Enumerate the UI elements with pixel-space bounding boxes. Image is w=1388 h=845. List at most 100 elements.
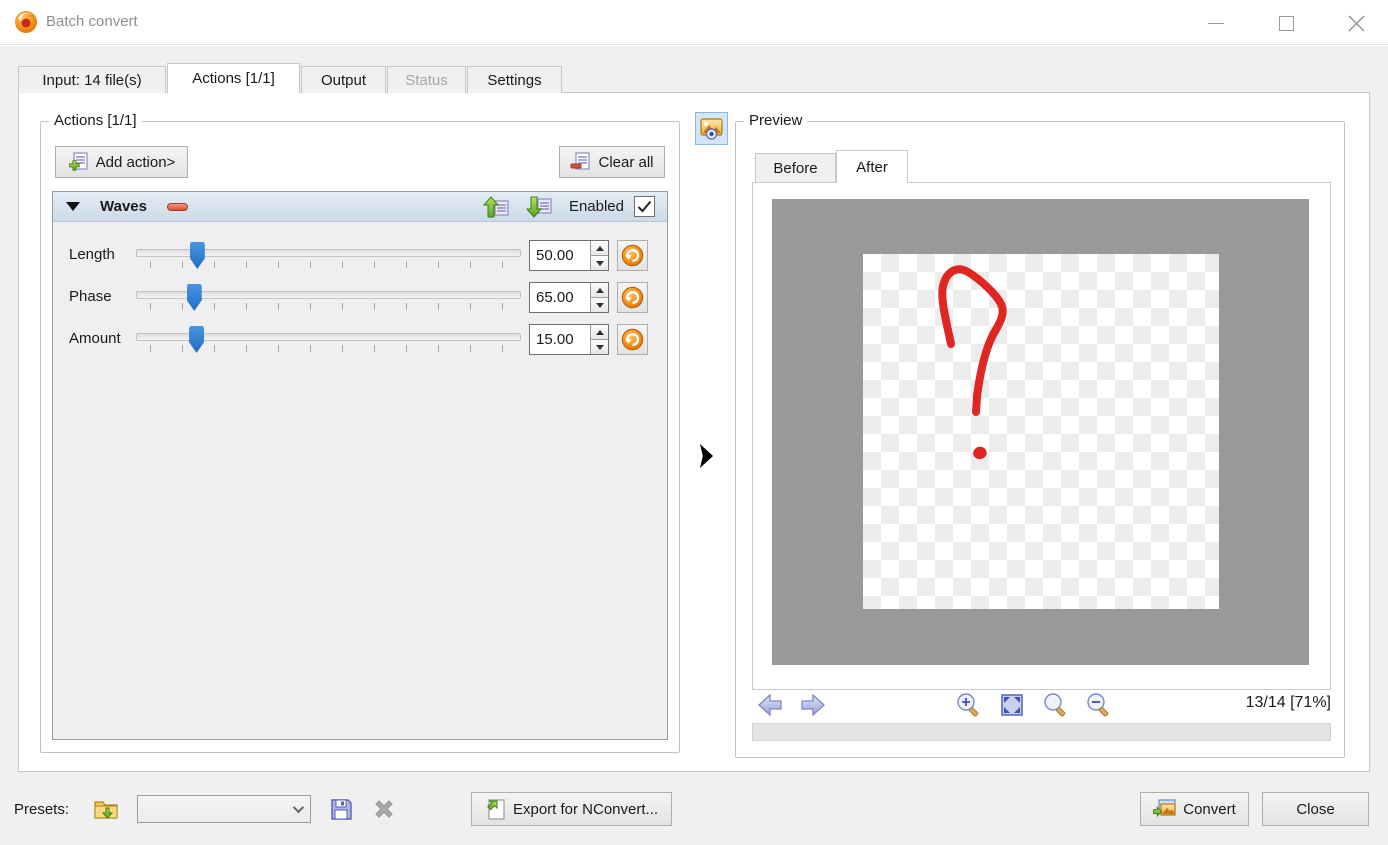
spin-up-icon bbox=[595, 287, 604, 293]
check-icon bbox=[637, 200, 652, 213]
close-dialog-button[interactable]: Close bbox=[1262, 792, 1369, 826]
spin-down-button[interactable] bbox=[591, 340, 608, 354]
amount-slider[interactable] bbox=[136, 324, 521, 356]
spin-down-icon bbox=[595, 260, 604, 266]
collapse-caret-icon[interactable] bbox=[66, 202, 80, 211]
tab-output[interactable]: Output bbox=[301, 66, 386, 93]
batch-convert-window: Batch convert Input: 14 file(s) Actions … bbox=[0, 0, 1388, 845]
tab-actions[interactable]: Actions [1/1] bbox=[167, 63, 300, 93]
delete-preset-button[interactable] bbox=[370, 795, 398, 823]
length-slider[interactable] bbox=[136, 240, 521, 272]
add-action-button[interactable]: Add action> bbox=[55, 146, 188, 178]
enabled-label: Enabled bbox=[568, 198, 624, 215]
zoom-in-button[interactable] bbox=[956, 692, 982, 718]
presets-folder-icon bbox=[94, 801, 118, 819]
load-preset-button[interactable] bbox=[91, 795, 121, 823]
param-label: Phase bbox=[69, 288, 112, 305]
spin-down-icon bbox=[595, 344, 604, 350]
convert-icon bbox=[1153, 799, 1176, 818]
length-spinbox[interactable]: 50.00 bbox=[529, 240, 609, 271]
param-row-length: Length 50.00 bbox=[53, 240, 667, 272]
phase-slider[interactable] bbox=[136, 282, 521, 314]
close-button[interactable] bbox=[1336, 12, 1376, 34]
preview-group-title: Preview bbox=[744, 112, 808, 129]
delete-x-icon bbox=[375, 800, 393, 818]
preview-toggle-icon bbox=[700, 118, 723, 140]
spin-up-button[interactable] bbox=[591, 241, 608, 256]
reset-icon bbox=[621, 244, 644, 267]
preview-scrollbar[interactable] bbox=[752, 723, 1331, 741]
preview-toggle-button[interactable] bbox=[695, 112, 728, 145]
spin-down-icon bbox=[595, 302, 604, 308]
reset-icon bbox=[621, 328, 644, 351]
phase-spinbox[interactable]: 65.00 bbox=[529, 282, 609, 313]
convert-button[interactable]: Convert bbox=[1140, 792, 1249, 826]
previous-image-button[interactable] bbox=[757, 692, 783, 718]
maximize-button[interactable] bbox=[1266, 12, 1306, 34]
preview-status: 13/14 [71%] bbox=[1245, 694, 1331, 711]
reset-icon bbox=[621, 286, 644, 309]
spin-up-button[interactable] bbox=[591, 283, 608, 298]
fit-to-window-button[interactable] bbox=[999, 692, 1025, 718]
slider-ticks bbox=[150, 345, 517, 352]
zoom-out-button[interactable] bbox=[1086, 692, 1112, 718]
preview-image-view[interactable] bbox=[772, 199, 1309, 665]
save-icon bbox=[331, 799, 352, 820]
spin-up-icon bbox=[595, 329, 604, 335]
tab-input[interactable]: Input: 14 file(s) bbox=[18, 66, 166, 93]
remove-action-icon[interactable] bbox=[166, 202, 188, 211]
param-row-phase: Phase 65.00 bbox=[53, 282, 667, 314]
close-icon bbox=[1348, 15, 1364, 31]
param-label: Amount bbox=[69, 330, 121, 347]
param-label: Length bbox=[69, 246, 115, 263]
spin-up-icon bbox=[595, 245, 604, 251]
preview-image-panel bbox=[752, 182, 1331, 690]
spin-down-button[interactable] bbox=[591, 256, 608, 270]
tab-settings[interactable]: Settings bbox=[467, 66, 562, 93]
slider-ticks bbox=[150, 303, 517, 310]
add-action-label: Add action> bbox=[95, 153, 176, 171]
tab-status: Status bbox=[387, 66, 466, 93]
phase-reset-button[interactable] bbox=[617, 282, 648, 313]
next-image-button[interactable] bbox=[800, 692, 826, 718]
close-label: Close bbox=[1296, 800, 1335, 818]
tab-before[interactable]: Before bbox=[755, 153, 836, 183]
length-reset-button[interactable] bbox=[617, 240, 648, 271]
clear-all-button[interactable]: Clear all bbox=[559, 146, 665, 178]
spin-value[interactable]: 15.00 bbox=[530, 325, 590, 354]
export-nconvert-button[interactable]: Export for NConvert... bbox=[471, 792, 672, 826]
title-bar: Batch convert bbox=[0, 0, 1388, 45]
zoom-original-button[interactable] bbox=[1043, 692, 1069, 718]
preview-image bbox=[863, 254, 1219, 609]
action-item-waves: Waves Enabled Length 50.00 Phase 65.00 A… bbox=[52, 191, 668, 740]
move-up-icon[interactable] bbox=[482, 195, 509, 219]
amount-reset-button[interactable] bbox=[617, 324, 648, 355]
chevron-down-icon bbox=[292, 801, 305, 814]
action-header[interactable]: Waves Enabled bbox=[53, 192, 667, 222]
spin-down-button[interactable] bbox=[591, 298, 608, 312]
export-icon bbox=[487, 799, 505, 820]
spin-up-button[interactable] bbox=[591, 325, 608, 340]
amount-spinbox[interactable]: 15.00 bbox=[529, 324, 609, 355]
app-icon bbox=[15, 11, 37, 33]
red-scribble-drawing bbox=[938, 265, 1007, 460]
clear-all-label: Clear all bbox=[598, 153, 654, 171]
actions-group-title: Actions [1/1] bbox=[49, 112, 142, 129]
minimize-button[interactable] bbox=[1196, 12, 1236, 34]
tab-after[interactable]: After bbox=[836, 150, 908, 183]
slider-ticks bbox=[150, 261, 517, 268]
maximize-icon bbox=[1278, 15, 1294, 31]
spin-value[interactable]: 65.00 bbox=[530, 283, 590, 312]
minimize-icon bbox=[1208, 22, 1224, 24]
spin-value[interactable]: 50.00 bbox=[530, 241, 590, 270]
move-down-icon[interactable] bbox=[525, 195, 552, 219]
combo-dropdown-button[interactable] bbox=[284, 801, 310, 814]
action-name: Waves bbox=[100, 198, 147, 215]
export-label: Export for NConvert... bbox=[512, 800, 659, 818]
window-title: Batch convert bbox=[46, 13, 138, 30]
save-preset-button[interactable] bbox=[327, 795, 355, 823]
clear-all-icon bbox=[570, 152, 591, 170]
presets-combobox[interactable] bbox=[137, 795, 311, 823]
add-action-icon bbox=[68, 152, 88, 171]
enabled-checkbox[interactable] bbox=[634, 196, 655, 217]
